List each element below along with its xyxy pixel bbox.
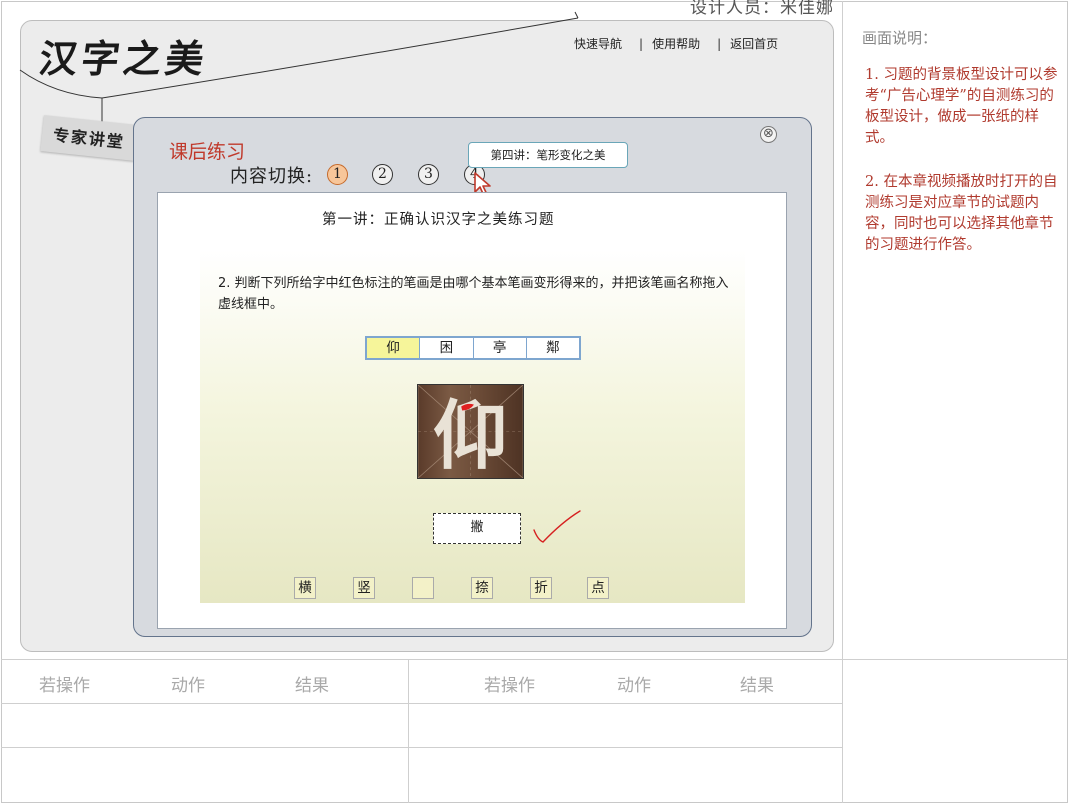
correct-check-icon [533,510,581,543]
stroke-option-empty[interactable] [412,577,434,599]
top-navigation: 快速导航 | 使用帮助 | 返回首页 [574,35,778,52]
description-para-1: 1. 习题的背景板型设计可以参考“广告心理学”的自测练习的板型设计，做成一张纸的… [865,67,1058,146]
close-icon[interactable]: ⊗ [760,126,777,143]
designer-credit: 设计人员：米佳娜 [690,0,834,18]
char-tab-lin[interactable]: 鄰 [527,338,579,358]
content-switch-2[interactable]: 2 [372,164,393,185]
nav-separator: | [717,36,722,51]
panel-title: 课后练习 [169,141,246,163]
content-switch-3[interactable]: 3 [418,164,439,185]
table-header-action: 动作 [617,676,651,696]
home-link[interactable]: 返回首页 [730,35,778,52]
nav-separator: | [639,36,644,51]
description-title: 画面说明： [862,29,938,47]
content-switch-1[interactable]: 1 [327,164,348,185]
help-link[interactable]: 使用帮助 [652,35,700,52]
character-calligraphy-image: 仰 [417,384,524,479]
char-tab-kun[interactable]: 困 [420,338,474,358]
stroke-option-heng[interactable]: 横 [294,577,316,599]
character-tabs: 仰 困 亭 鄰 [365,336,581,360]
answer-drop-box[interactable]: 撇 [433,513,521,544]
stroke-option-zhe[interactable]: 折 [530,577,552,599]
table-row-line [1,703,842,704]
char-tab-yang[interactable]: 仰 [367,338,421,358]
exercise-title: 第一讲：正确认识汉字之美练习题 [322,212,555,228]
table-header-operation: 若操作 [39,676,90,696]
table-header-result: 结果 [295,676,329,696]
table-col-line [408,659,409,803]
content-switch-label: 内容切换: [230,166,314,187]
lecture-tooltip: 第四讲：笔形变化之美 [468,142,628,168]
column-divider [842,1,843,803]
stroke-option-dian[interactable]: 点 [587,577,609,599]
table-header-operation: 若操作 [484,676,535,696]
stroke-option-shu[interactable]: 竖 [353,577,375,599]
table-row-line [1,747,842,748]
stroke-option-na[interactable]: 捺 [471,577,493,599]
table-header-result: 结果 [740,676,774,696]
description-para-2: 2. 在本章视频播放时打开的自测练习是对应章节的试题内容，同时也可以选择其他章节… [865,174,1058,253]
app-logo: 汉字之美 [36,36,211,81]
table-header-action: 动作 [171,676,205,696]
table-top-line [1,659,1068,660]
char-tab-ting[interactable]: 亭 [474,338,527,358]
quick-nav-link[interactable]: 快速导航 [574,35,622,52]
question-text: 2. 判断下列所给字中红色标注的笔画是由哪个基本笔画变形得来的，并把该笔画名称拖… [218,276,729,312]
